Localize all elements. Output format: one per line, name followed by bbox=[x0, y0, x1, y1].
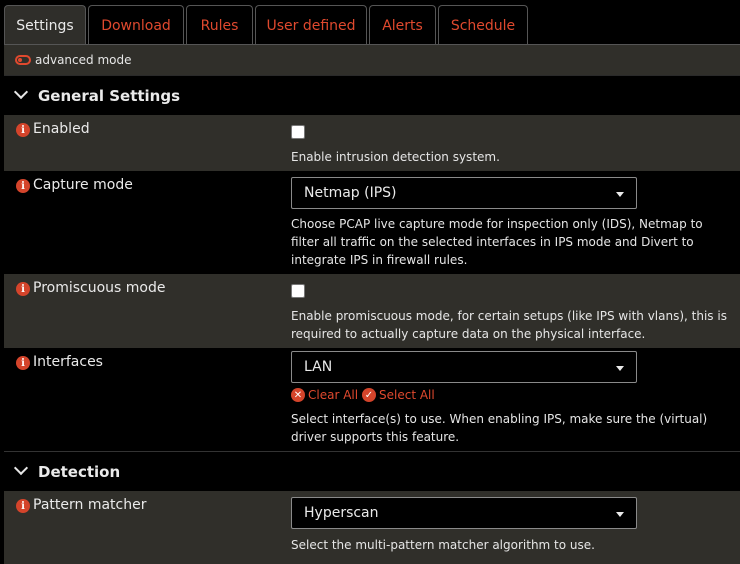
tab-user-defined[interactable]: User defined bbox=[255, 5, 367, 45]
capture-mode-help: Choose PCAP live capture mode for inspec… bbox=[291, 217, 703, 267]
chevron-down-icon bbox=[13, 460, 29, 476]
interfaces-row: i Interfaces LAN ✕ Clear All ✓ Select Al… bbox=[4, 348, 740, 451]
section-title: General Settings bbox=[38, 87, 181, 105]
tab-rules[interactable]: Rules bbox=[186, 5, 253, 45]
tab-download[interactable]: Download bbox=[88, 5, 184, 45]
advanced-mode-toggle[interactable] bbox=[15, 55, 31, 65]
pattern-matcher-row: i Pattern matcher Hyperscan Select the m… bbox=[4, 491, 740, 564]
settings-panel: advanced mode General Settings i Enabled… bbox=[4, 45, 740, 564]
promiscuous-mode-checkbox[interactable] bbox=[291, 284, 305, 298]
info-icon[interactable]: i bbox=[16, 356, 30, 370]
chevron-down-icon bbox=[13, 84, 29, 100]
promiscuous-mode-label: Promiscuous mode bbox=[33, 280, 166, 296]
enabled-help: Enable intrusion detection system. bbox=[291, 150, 500, 164]
enabled-label: Enabled bbox=[33, 121, 90, 137]
capture-mode-row: i Capture mode Netmap (IPS) Choose PCAP … bbox=[4, 171, 740, 274]
clear-icon: ✕ bbox=[291, 388, 305, 402]
info-icon[interactable]: i bbox=[16, 179, 30, 193]
advanced-mode-row: advanced mode bbox=[4, 45, 740, 75]
info-icon[interactable]: i bbox=[16, 282, 30, 296]
general-settings-header[interactable]: General Settings bbox=[4, 75, 740, 115]
caret-down-icon bbox=[616, 512, 624, 517]
tab-settings[interactable]: Settings bbox=[4, 5, 86, 46]
capture-mode-select[interactable]: Netmap (IPS) bbox=[291, 177, 637, 209]
tab-alerts[interactable]: Alerts bbox=[369, 5, 436, 45]
clear-all-label: Clear All bbox=[308, 388, 359, 402]
capture-mode-value: Netmap (IPS) bbox=[304, 185, 397, 201]
interfaces-label: Interfaces bbox=[33, 354, 103, 370]
select-all-label: Select All bbox=[379, 388, 435, 402]
clear-all-link[interactable]: ✕ Clear All bbox=[291, 388, 358, 402]
interfaces-select[interactable]: LAN bbox=[291, 351, 637, 383]
detection-header[interactable]: Detection bbox=[4, 451, 740, 491]
pattern-matcher-value: Hyperscan bbox=[304, 505, 379, 521]
pattern-matcher-label: Pattern matcher bbox=[33, 497, 147, 513]
caret-down-icon bbox=[616, 192, 624, 197]
pattern-matcher-select[interactable]: Hyperscan bbox=[291, 497, 637, 529]
enabled-row: i Enabled Enable intrusion detection sys… bbox=[4, 115, 740, 171]
promiscuous-mode-help: Enable promiscuous mode, for certain set… bbox=[291, 309, 727, 341]
section-title: Detection bbox=[38, 463, 121, 481]
info-icon[interactable]: i bbox=[16, 123, 30, 137]
capture-mode-label: Capture mode bbox=[33, 177, 133, 193]
interfaces-value: LAN bbox=[304, 359, 333, 375]
check-circle-icon: ✓ bbox=[362, 388, 376, 402]
advanced-mode-label: advanced mode bbox=[35, 53, 132, 67]
tab-bar: Settings Download Rules User defined Ale… bbox=[0, 0, 740, 46]
tab-schedule[interactable]: Schedule bbox=[438, 5, 528, 45]
select-all-link[interactable]: ✓ Select All bbox=[362, 388, 435, 402]
info-icon[interactable]: i bbox=[16, 499, 30, 513]
interfaces-help: Select interface(s) to use. When enablin… bbox=[291, 412, 708, 444]
enabled-checkbox[interactable] bbox=[291, 125, 305, 139]
caret-down-icon bbox=[616, 366, 624, 371]
pattern-matcher-help: Select the multi-pattern matcher algorit… bbox=[291, 538, 595, 552]
promiscuous-mode-row: i Promiscuous mode Enable promiscuous mo… bbox=[4, 274, 740, 348]
